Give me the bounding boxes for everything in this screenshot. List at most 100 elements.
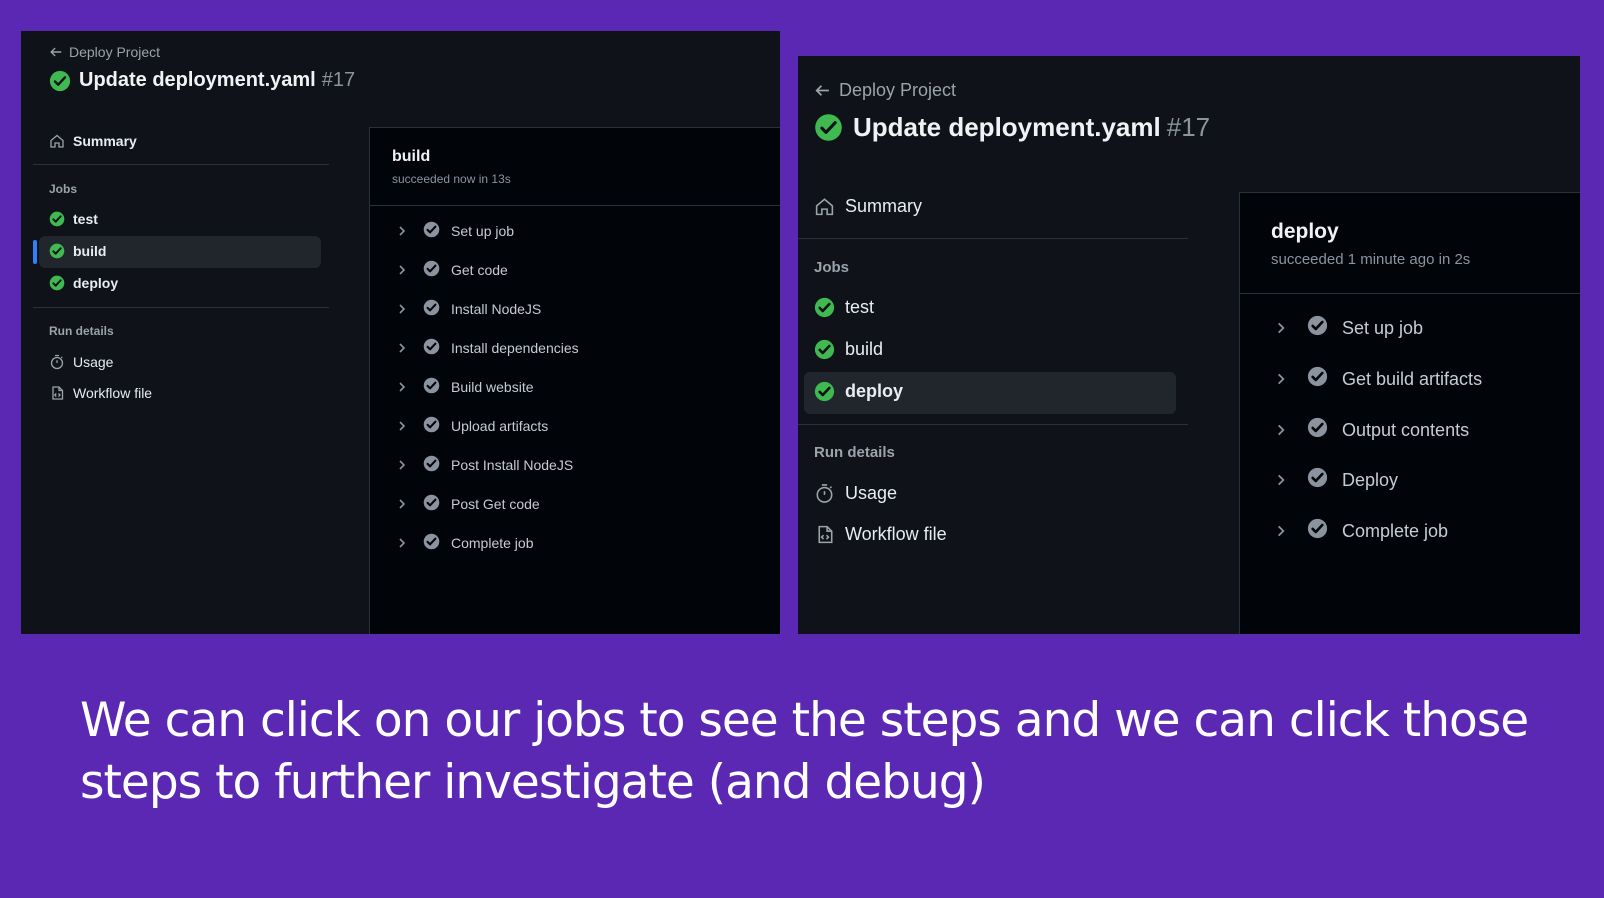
- success-check-icon: [49, 70, 71, 92]
- step-row[interactable]: Complete job: [396, 533, 534, 553]
- step-row[interactable]: Get code: [396, 260, 508, 280]
- chevron-right-icon: [1278, 474, 1285, 486]
- sidebar-item-summary[interactable]: Summary: [49, 133, 137, 149]
- step-row[interactable]: Output contents: [1274, 417, 1469, 443]
- success-check-icon: [814, 297, 835, 318]
- step-check-icon: [1307, 366, 1328, 392]
- job-steps-panel: build succeeded now in 13s Set up job Ge…: [369, 127, 780, 634]
- step-label: Install NodeJS: [451, 301, 542, 317]
- arrow-left-icon: [50, 47, 62, 57]
- chevron-right-icon: [399, 226, 406, 236]
- job-title: build: [392, 148, 431, 165]
- step-row[interactable]: Install NodeJS: [396, 299, 541, 319]
- step-check-icon: [1307, 518, 1328, 544]
- job-header: deploy succeeded 1 minute ago in 2s: [1271, 220, 1470, 268]
- divider: [33, 164, 329, 165]
- step-check-icon: [423, 416, 440, 436]
- slide-caption: We can click on our jobs to see the step…: [80, 693, 1529, 810]
- chevron-right-icon: [1278, 322, 1285, 334]
- step-label: Output contents: [1342, 419, 1470, 440]
- chevron-right-icon: [399, 421, 406, 431]
- sidebar-item-workflow-file[interactable]: Workflow file: [49, 385, 152, 401]
- step-row[interactable]: Set up job: [1274, 315, 1423, 341]
- sidebar-item-job-test[interactable]: test: [814, 297, 874, 318]
- sidebar-item-label: Summary: [73, 133, 137, 149]
- divider: [370, 205, 780, 206]
- step-check-icon: [423, 221, 440, 241]
- job-status: succeeded now in 13s: [392, 172, 511, 186]
- step-label: Get code: [451, 262, 508, 278]
- home-icon: [50, 134, 64, 148]
- step-check-icon: [423, 299, 440, 319]
- step-label: Post Get code: [451, 496, 540, 512]
- success-check-icon: [49, 243, 65, 259]
- home-icon: [815, 198, 834, 216]
- screenshot-deploy-job: Deploy Project Update deployment.yaml #1…: [798, 56, 1580, 634]
- success-check-icon: [814, 381, 835, 402]
- divider: [33, 307, 329, 308]
- sidebar-item-label: Usage: [73, 354, 114, 370]
- step-check-icon: [423, 494, 440, 514]
- chevron-right-icon: [399, 382, 406, 392]
- chevron-right-icon: [1278, 373, 1285, 385]
- step-row[interactable]: Deploy: [1274, 467, 1398, 493]
- sidebar-item-usage[interactable]: Usage: [814, 483, 897, 504]
- back-link-label: Deploy Project: [839, 80, 957, 100]
- sidebar-item-job-deploy[interactable]: deploy: [814, 381, 903, 402]
- chevron-right-icon: [399, 499, 406, 509]
- run-title: Update deployment.yaml: [79, 69, 316, 91]
- sidebar-item-workflow-file[interactable]: Workflow file: [814, 524, 947, 545]
- job-status: succeeded 1 minute ago in 2s: [1271, 251, 1471, 268]
- success-check-icon: [814, 339, 835, 360]
- sidebar-item-job-deploy[interactable]: deploy: [49, 275, 118, 291]
- job-label: build: [73, 243, 107, 259]
- step-label: Complete job: [1342, 520, 1449, 541]
- step-row[interactable]: Set up job: [396, 221, 514, 241]
- job-title: deploy: [1271, 220, 1339, 243]
- step-row[interactable]: Post Get code: [396, 494, 540, 514]
- job-label: test: [73, 211, 98, 227]
- sidebar-item-job-test[interactable]: test: [49, 211, 98, 227]
- step-check-icon: [1307, 467, 1328, 493]
- step-check-icon: [423, 377, 440, 397]
- step-label: Get build artifacts: [1342, 368, 1483, 389]
- page-title: Update deployment.yaml #17: [814, 112, 1210, 143]
- sidebar-item-job-build[interactable]: build: [49, 243, 106, 259]
- sidebar-item-label: Workflow file: [845, 524, 947, 544]
- back-link[interactable]: Deploy Project: [814, 80, 956, 101]
- step-check-icon: [423, 533, 440, 553]
- step-row[interactable]: Upload artifacts: [396, 416, 548, 436]
- sidebar-item-summary[interactable]: Summary: [814, 196, 922, 217]
- chevron-right-icon: [399, 343, 406, 353]
- jobs-heading: Jobs: [814, 259, 850, 276]
- back-link[interactable]: Deploy Project: [49, 44, 160, 60]
- chevron-right-icon: [399, 265, 406, 275]
- arrow-left-icon: [815, 85, 829, 96]
- step-row[interactable]: Post Install NodeJS: [396, 455, 573, 475]
- step-row[interactable]: Build website: [396, 377, 534, 397]
- job-header: build succeeded now in 13s: [392, 148, 511, 186]
- job-label: build: [845, 339, 884, 359]
- chevron-right-icon: [1278, 525, 1285, 537]
- step-check-icon: [1307, 315, 1328, 341]
- selected-indicator: [33, 240, 37, 264]
- chevron-right-icon: [399, 538, 406, 548]
- step-row[interactable]: Get build artifacts: [1274, 366, 1482, 392]
- sidebar-item-label: Workflow file: [73, 385, 153, 401]
- run-number: #17: [1166, 112, 1211, 142]
- step-label: Post Install NodeJS: [451, 457, 574, 473]
- success-check-icon: [49, 211, 65, 227]
- sidebar-item-label: Summary: [845, 196, 923, 216]
- sidebar-item-label: Usage: [845, 483, 898, 503]
- stopwatch-icon: [50, 354, 64, 370]
- step-row[interactable]: Complete job: [1274, 518, 1448, 544]
- sidebar-item-usage[interactable]: Usage: [49, 354, 113, 370]
- run-details-heading: Run details: [814, 444, 895, 461]
- page-title: Update deployment.yaml #17: [49, 69, 355, 92]
- step-row[interactable]: Install dependencies: [396, 338, 579, 358]
- job-label: test: [845, 297, 875, 317]
- success-check-icon: [814, 113, 843, 142]
- sidebar-item-job-build[interactable]: build: [814, 339, 883, 360]
- jobs-heading: Jobs: [49, 182, 78, 196]
- step-check-icon: [423, 260, 440, 280]
